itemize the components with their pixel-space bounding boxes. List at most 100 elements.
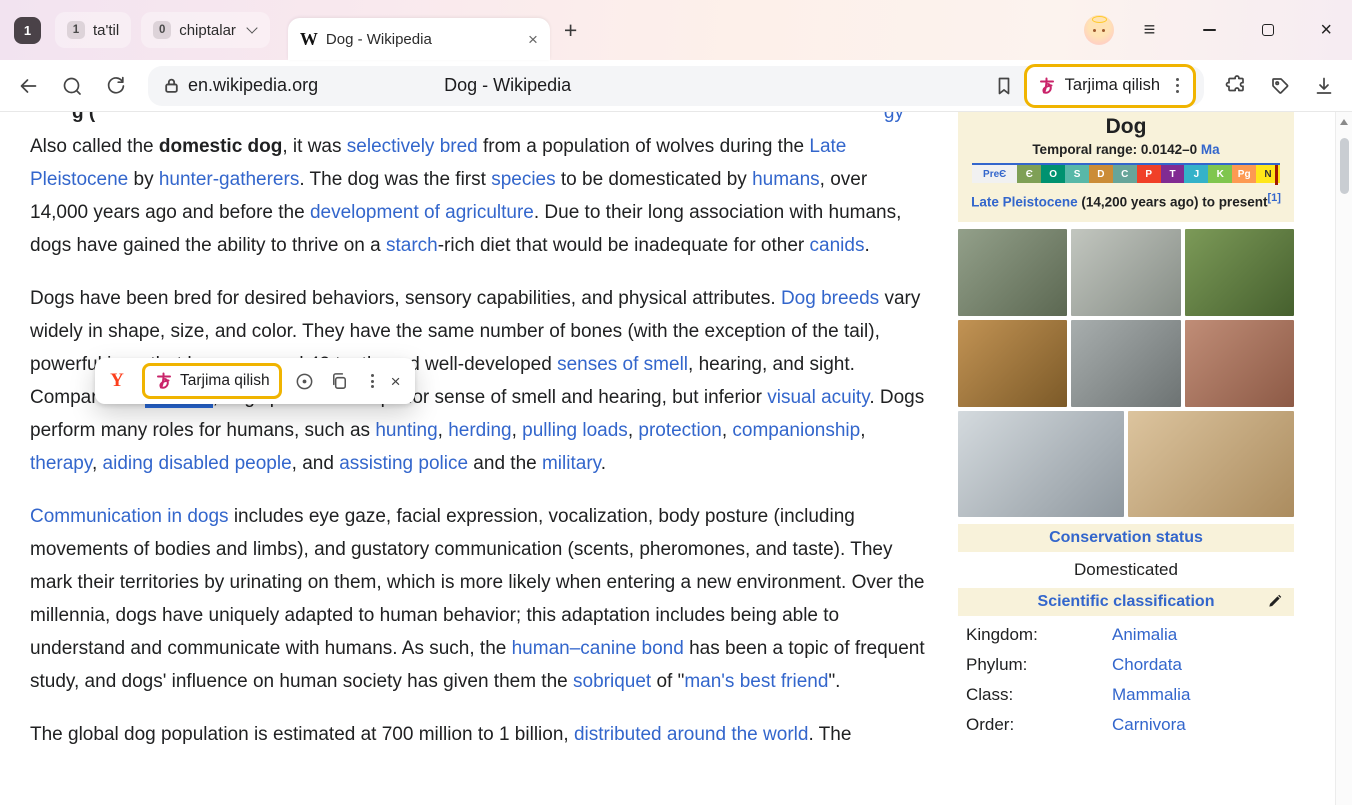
- translate-button[interactable]: Tarjima qilish: [1024, 64, 1196, 108]
- browser-window: 1 1 ta'til 0 chiptalar W Dog - Wikipedia…: [0, 0, 1352, 805]
- lock-icon: [162, 74, 180, 98]
- article-link[interactable]: Ma: [1201, 142, 1220, 157]
- download-icon[interactable]: [1312, 74, 1336, 98]
- back-icon[interactable]: [16, 74, 40, 98]
- dog-photo-4[interactable]: [958, 320, 1067, 407]
- article-link[interactable]: sobriquet: [573, 671, 651, 692]
- classification-row: Phylum:Chordata: [966, 650, 1294, 680]
- copy-icon[interactable]: [328, 369, 352, 393]
- text-segment: ,: [860, 420, 865, 441]
- article-link[interactable]: military: [542, 453, 601, 474]
- taxon-rank-label: Order:: [966, 715, 1112, 735]
- article-link[interactable]: distributed around the world: [574, 724, 808, 745]
- article-link[interactable]: Dog breeds: [781, 288, 879, 309]
- conservation-status-header[interactable]: Conservation status: [958, 524, 1294, 552]
- close-tab-icon[interactable]: ×: [528, 31, 538, 48]
- vertical-scrollbar[interactable]: [1335, 112, 1352, 805]
- tab-chiptalar[interactable]: 0 chiptalar: [141, 12, 270, 48]
- close-popup-icon[interactable]: ×: [389, 373, 403, 390]
- url-host[interactable]: en.wikipedia.org: [188, 75, 318, 96]
- timeline-segment-D[interactable]: D: [1089, 165, 1113, 183]
- page-title: Dog - Wikipedia: [444, 75, 571, 96]
- article-link[interactable]: therapy: [30, 453, 92, 474]
- article-link[interactable]: hunter-gatherers: [159, 169, 299, 190]
- dog-photo-5[interactable]: [1071, 320, 1180, 407]
- article-link[interactable]: senses of smell: [557, 354, 688, 375]
- new-tab-button[interactable]: +: [554, 19, 587, 42]
- maximize-button[interactable]: [1262, 24, 1274, 36]
- reload-icon[interactable]: [104, 74, 128, 98]
- text-segment: . The: [808, 724, 851, 745]
- dog-photo-8[interactable]: [1128, 411, 1294, 517]
- article-link[interactable]: species: [491, 169, 555, 190]
- timeline-segment-J[interactable]: J: [1184, 165, 1208, 183]
- article-link[interactable]: development of agriculture: [310, 202, 534, 223]
- timeline-segment-T[interactable]: T: [1161, 165, 1185, 183]
- popup-translate-button[interactable]: Tarjima qilish: [142, 363, 282, 399]
- dog-photo-1[interactable]: [958, 229, 1067, 316]
- timeline-segment-Pg[interactable]: Pg: [1232, 165, 1256, 183]
- extensions-puzzle-icon[interactable]: [1224, 74, 1248, 98]
- yandex-logo[interactable]: Y: [103, 367, 131, 395]
- menu-icon[interactable]: ≡: [1144, 19, 1156, 42]
- article-link[interactable]: protection: [638, 420, 721, 441]
- reference-link[interactable]: [1]: [1267, 192, 1280, 204]
- dog-photo-6[interactable]: [1185, 320, 1294, 407]
- taxon-link[interactable]: Carnivora: [1112, 715, 1186, 735]
- dog-photo-3[interactable]: [1185, 229, 1294, 316]
- article-link[interactable]: man's best friend: [684, 671, 828, 692]
- text-segment: ,: [92, 453, 103, 474]
- taxon-link[interactable]: Mammalia: [1112, 685, 1190, 705]
- article-link[interactable]: hunting: [375, 420, 437, 441]
- timeline-segment-S[interactable]: S: [1065, 165, 1089, 183]
- article-link[interactable]: Communication in dogs: [30, 506, 229, 527]
- timeline-segment-P[interactable]: P: [1137, 165, 1161, 183]
- timeline-segment-PreЄ[interactable]: PreЄ: [972, 165, 1017, 183]
- tab-tatil[interactable]: 1 ta'til: [55, 12, 131, 48]
- minimize-button[interactable]: [1203, 29, 1216, 31]
- timeline-segment-O[interactable]: O: [1041, 165, 1065, 183]
- chevron-down-icon[interactable]: [246, 22, 257, 33]
- text-segment: by: [128, 169, 159, 190]
- address-bar[interactable]: en.wikipedia.org Dog - Wikipedia Tarjima…: [148, 66, 1204, 106]
- timeline-segment-C[interactable]: C: [1113, 165, 1137, 183]
- classification-header[interactable]: Scientific classification: [958, 588, 1294, 616]
- text-segment: and the: [468, 453, 542, 474]
- text-segment: to be domesticated by: [556, 169, 752, 190]
- dog-photo-7[interactable]: [958, 411, 1124, 517]
- article-link[interactable]: aiding disabled people: [103, 453, 292, 474]
- tab-group-badge[interactable]: 1: [14, 17, 41, 44]
- taxon-link[interactable]: Animalia: [1112, 625, 1177, 645]
- scroll-up-arrow[interactable]: [1340, 119, 1348, 125]
- close-window-button[interactable]: ×: [1320, 20, 1332, 40]
- dog-photo-2[interactable]: [1071, 229, 1180, 316]
- bookmark-icon[interactable]: [992, 74, 1016, 98]
- profile-avatar[interactable]: [1084, 15, 1114, 45]
- article-link[interactable]: pulling loads: [522, 420, 628, 441]
- article-link[interactable]: starch: [386, 235, 438, 256]
- tab-bar: 1 1 ta'til 0 chiptalar W Dog - Wikipedia…: [0, 0, 1352, 60]
- wikipedia-favicon: W: [300, 29, 318, 50]
- scrollbar-thumb[interactable]: [1340, 138, 1349, 194]
- timeline-segment-Є[interactable]: Є: [1017, 165, 1041, 183]
- article-link[interactable]: human–canine bond: [512, 638, 684, 659]
- article-link[interactable]: Late Pleistocene: [971, 195, 1078, 210]
- article-link[interactable]: companionship: [732, 420, 860, 441]
- taxon-link[interactable]: Chordata: [1112, 655, 1182, 675]
- edit-pencil-icon[interactable]: [1266, 594, 1282, 610]
- paragraph-1: Also called the domestic dog, it was sel…: [30, 130, 930, 262]
- kebab-menu-icon[interactable]: [1172, 74, 1183, 96]
- temporal-note: Late Pleistocene (14,200 years ago) to p…: [966, 188, 1286, 213]
- listen-icon[interactable]: [293, 369, 317, 393]
- article-link[interactable]: selectively bred: [347, 136, 478, 157]
- collections-tag-icon[interactable]: [1268, 74, 1292, 98]
- article-link[interactable]: herding: [448, 420, 511, 441]
- yandex-search-ring-icon[interactable]: [60, 74, 84, 98]
- timeline-segment-K[interactable]: K: [1208, 165, 1232, 183]
- article-link[interactable]: visual acuity: [767, 387, 869, 408]
- article-link[interactable]: canids: [810, 235, 865, 256]
- kebab-menu-icon[interactable]: [367, 370, 378, 392]
- article-link[interactable]: humans: [752, 169, 820, 190]
- tab-dog-wikipedia[interactable]: W Dog - Wikipedia ×: [288, 18, 550, 60]
- article-link[interactable]: assisting police: [339, 453, 468, 474]
